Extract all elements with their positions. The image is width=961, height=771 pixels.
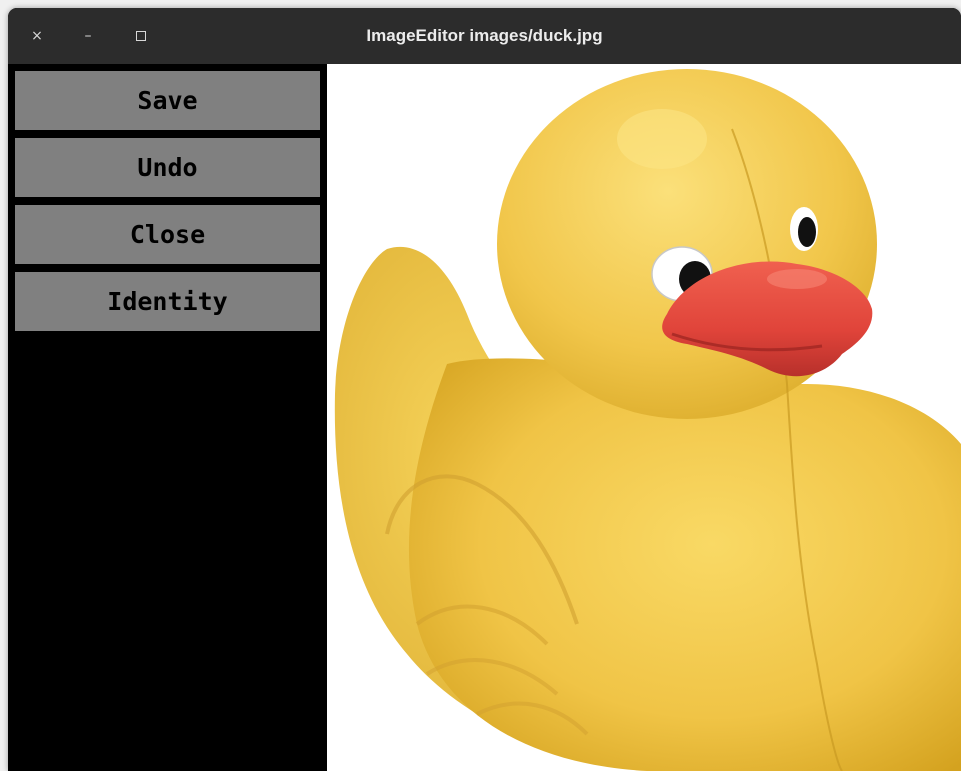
title-bar[interactable]: × – ImageEditor images/duck.jpg — [8, 8, 961, 64]
identity-button[interactable]: Identity — [15, 272, 320, 331]
image-editor-window: × – ImageEditor images/duck.jpg Save Und… — [8, 8, 961, 771]
image-canvas[interactable] — [327, 64, 961, 771]
window-title: ImageEditor images/duck.jpg — [366, 26, 603, 45]
duck-image — [334, 69, 961, 771]
sidebar: Save Undo Close Identity — [8, 64, 327, 771]
undo-button[interactable]: Undo — [15, 138, 320, 197]
close-button[interactable]: Close — [15, 205, 320, 264]
save-button[interactable]: Save — [15, 71, 320, 130]
